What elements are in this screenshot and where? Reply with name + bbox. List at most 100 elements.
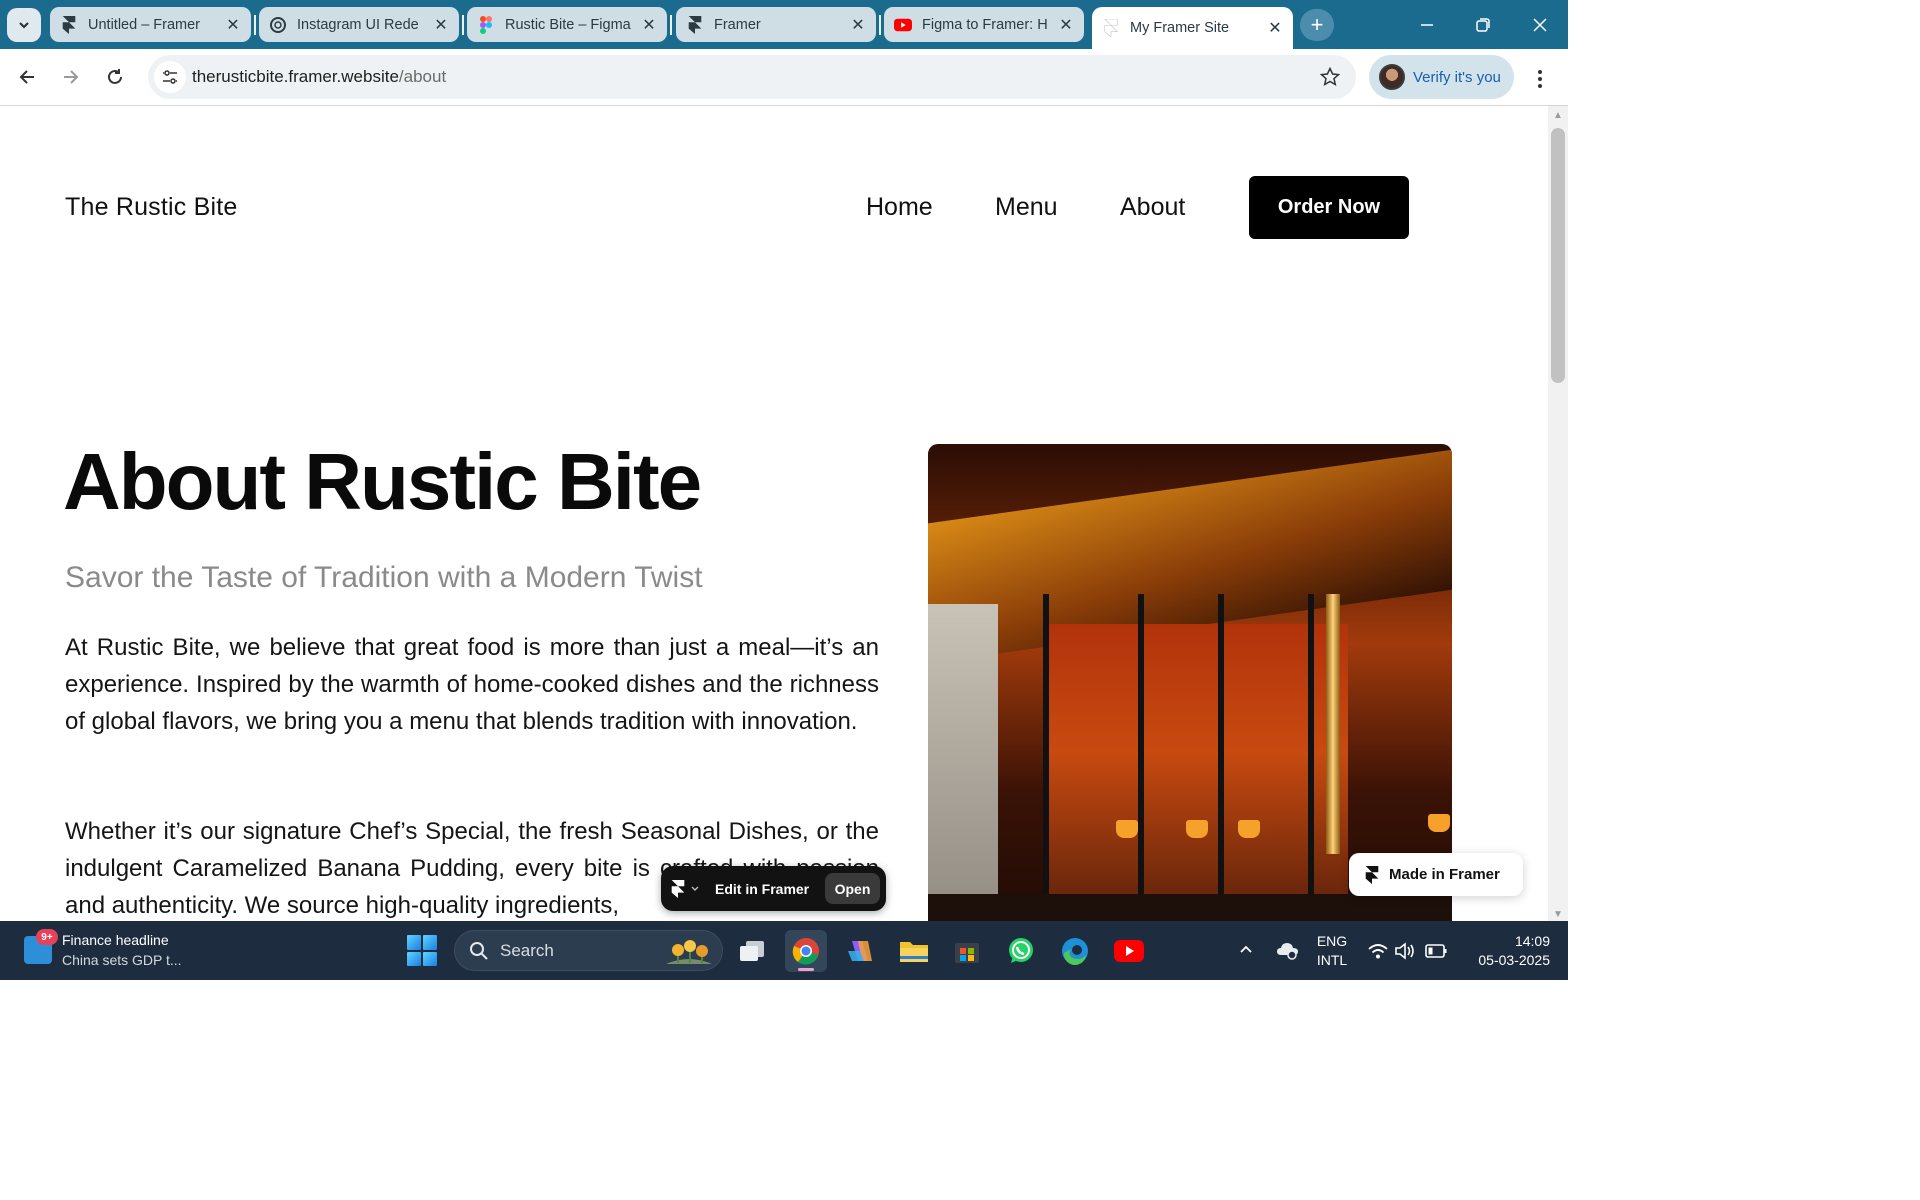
tab-figma-to-framer-youtube[interactable]: Figma to Framer: H ✕: [884, 7, 1084, 42]
restore-button[interactable]: [1455, 0, 1511, 49]
close-icon[interactable]: ✕: [639, 15, 659, 35]
search-placeholder: Search: [500, 941, 554, 960]
tab-separator: [879, 15, 881, 35]
tab-separator: [462, 15, 464, 35]
figma-icon: [477, 15, 495, 34]
image-frame: [1043, 594, 1049, 921]
framer-icon: [1365, 865, 1379, 884]
profile-label: Verify it's you: [1413, 68, 1501, 86]
close-icon[interactable]: ✕: [223, 15, 243, 35]
whatsapp-icon[interactable]: [1000, 930, 1042, 972]
avatar: [1379, 64, 1405, 90]
url-host: therusticbite.framer.website: [192, 67, 399, 86]
language-indicator[interactable]: ENG INTL: [1314, 932, 1350, 970]
tab-my-framer-site[interactable]: My Framer Site ✕: [1092, 7, 1293, 49]
close-window-button[interactable]: [1512, 0, 1568, 49]
tab-title: Figma to Framer: H: [922, 16, 1048, 33]
url-path: /about: [398, 67, 447, 86]
bookmark-star-button[interactable]: [1318, 65, 1342, 89]
image-light-pillar: [1326, 594, 1340, 854]
url-text[interactable]: therusticbite.framer.website/about: [192, 67, 446, 87]
clock[interactable]: 14:09 05-03-2025: [1460, 932, 1550, 970]
made-in-framer-badge[interactable]: Made in Framer: [1349, 853, 1523, 896]
site-logo[interactable]: The Rustic Bite: [65, 193, 238, 222]
tab-title: Instagram UI Rede: [297, 16, 419, 33]
framer-icon: [686, 15, 704, 34]
close-icon[interactable]: ✕: [431, 15, 451, 35]
about-paragraph: At Rustic Bite, we believe that great fo…: [65, 634, 879, 735]
image-lamp: [1238, 820, 1260, 838]
file-explorer-icon[interactable]: [893, 930, 935, 972]
tab-untitled-framer[interactable]: Untitled – Framer ✕: [50, 7, 251, 42]
tab-separator: [670, 15, 672, 35]
image-lamp: [1428, 814, 1450, 832]
minimize-button[interactable]: [1399, 0, 1455, 49]
windows-start-icon[interactable]: [407, 935, 438, 966]
chatgpt-icon: [269, 16, 287, 34]
tab-framer[interactable]: Framer ✕: [676, 7, 876, 42]
edge-icon[interactable]: [1054, 930, 1096, 972]
taskbar-search[interactable]: Search: [454, 930, 723, 971]
active-indicator: [798, 968, 814, 971]
arrow-right-icon: [64, 70, 79, 84]
close-icon[interactable]: ✕: [1265, 18, 1285, 38]
back-button[interactable]: [9, 59, 45, 95]
scrollbar-thumb[interactable]: [1551, 128, 1565, 383]
image-building: [928, 604, 998, 921]
tab-title: My Framer Site: [1130, 20, 1230, 36]
image-floor: [928, 894, 1452, 921]
flowers-icon: [666, 940, 712, 964]
clock-date: 05-03-2025: [1478, 952, 1550, 968]
close-icon[interactable]: ✕: [1056, 15, 1076, 35]
tab-search-button[interactable]: [7, 8, 41, 42]
address-bar[interactable]: therusticbite.framer.website/about: [148, 55, 1356, 99]
keyboard-layout: INTL: [1316, 952, 1348, 968]
page-scrollbar[interactable]: ▲ ▼: [1548, 106, 1568, 921]
forward-button[interactable]: [53, 59, 89, 95]
close-icon: [1533, 17, 1547, 32]
task-view-icon[interactable]: [731, 930, 773, 972]
image-frame: [1138, 594, 1144, 921]
wifi-icon: [1368, 944, 1388, 959]
news-badge: 9+: [36, 929, 58, 945]
framer-menu-icon[interactable]: [671, 876, 705, 902]
open-button[interactable]: Open: [825, 873, 880, 904]
image-frame: [1308, 594, 1314, 921]
restaurant-interior-image: [928, 444, 1452, 921]
order-now-button[interactable]: Order Now: [1249, 176, 1409, 239]
onedrive-icon[interactable]: [1276, 939, 1300, 961]
new-tab-button[interactable]: +: [1300, 9, 1334, 41]
edit-in-framer-bar[interactable]: Edit in Framer Open: [661, 866, 886, 911]
profile-verify-button[interactable]: Verify it's you: [1369, 55, 1514, 99]
more-vertical-icon: [1538, 70, 1542, 88]
tab-rustic-bite-figma[interactable]: Rustic Bite – Figma ✕: [467, 7, 667, 42]
close-icon[interactable]: ✕: [848, 15, 868, 35]
chevron-down-icon: [19, 22, 29, 29]
scroll-down-arrow-icon[interactable]: ▼: [1552, 909, 1564, 920]
language-code: ENG: [1316, 933, 1348, 949]
page-viewport: The Rustic Bite Home Menu About Order No…: [0, 106, 1548, 921]
news-title[interactable]: Finance headline: [62, 932, 169, 948]
chevron-up-icon[interactable]: [1238, 941, 1254, 957]
browser-menu-button[interactable]: [1526, 65, 1554, 93]
nav-link-menu[interactable]: Menu: [995, 193, 1058, 222]
reload-icon: [108, 69, 122, 84]
site-info-button[interactable]: [154, 61, 186, 93]
image-lamp: [1116, 820, 1138, 838]
nav-link-about[interactable]: About: [1120, 193, 1185, 222]
reload-button[interactable]: [97, 59, 133, 95]
edit-in-framer-label[interactable]: Edit in Framer: [715, 881, 809, 897]
chrome-icon[interactable]: [785, 930, 827, 972]
tab-title: Untitled – Framer: [88, 16, 201, 33]
news-subtitle[interactable]: China sets GDP t...: [62, 952, 182, 968]
search-icon: [470, 942, 488, 960]
windows-taskbar: 9+ Finance headline China sets GDP t... …: [0, 921, 1568, 980]
network-volume-battery-icons[interactable]: [1366, 939, 1450, 963]
youtube-icon[interactable]: [1108, 930, 1150, 972]
copilot-icon[interactable]: [839, 930, 881, 972]
nav-link-home[interactable]: Home: [866, 193, 933, 222]
tab-instagram[interactable]: Instagram UI Rede ✕: [259, 7, 459, 42]
image-window: [1048, 624, 1348, 921]
microsoft-store-icon[interactable]: [946, 930, 988, 972]
scroll-up-arrow-icon[interactable]: ▲: [1552, 110, 1564, 121]
